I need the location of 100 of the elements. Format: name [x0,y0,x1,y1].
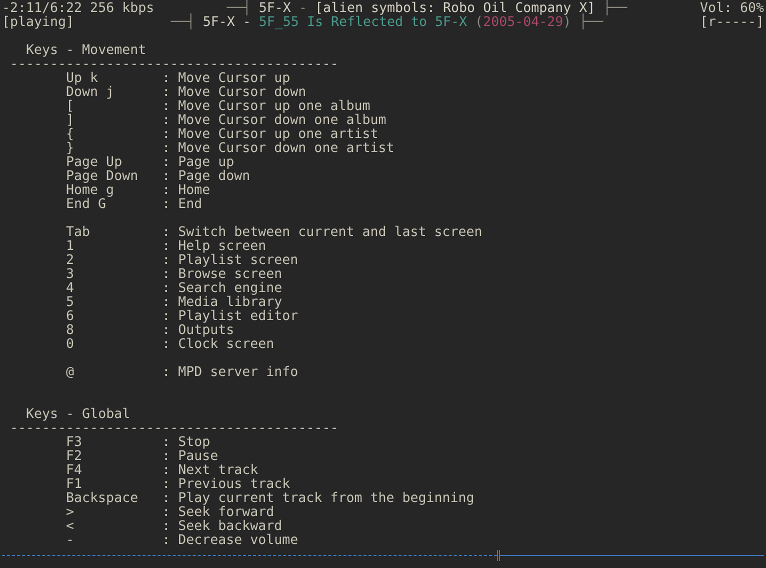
colon: : [162,520,172,534]
bracket: ) [563,16,572,30]
colon: : [162,142,172,156]
colon: : [162,464,172,478]
colon: : [162,296,172,310]
colon: : [162,268,172,282]
key-description: Playlist editor [178,310,298,324]
key-name: 2 [66,254,76,268]
key-name: 3 [66,268,76,282]
key-name: F4 [66,464,84,478]
key-description: Next track [178,464,258,478]
colon: : [162,156,172,170]
colon: : [162,310,172,324]
box-line: ├── [579,16,604,30]
key-description: Seek forward [178,506,274,520]
mode-flags: [r-----] [700,16,764,30]
key-name: ] [66,114,76,128]
key-name: 1 [66,240,76,254]
key-description: Help screen [178,240,266,254]
key-description: Stop [178,436,210,450]
key-description: Outputs [178,324,234,338]
key-name: 4 [66,282,76,296]
colon: : [162,114,172,128]
colon: : [162,170,172,184]
playback-time: -2:11/6:22 256 kbps [2,2,154,16]
colon: : [162,240,172,254]
volume-level: Vol: 60% [700,2,764,16]
key-name: Backspace [66,492,140,506]
key-name: - [66,534,76,548]
key-description: Play current track from the beginning [178,492,474,506]
colon: : [162,72,172,86]
key-description: Seek backward [178,520,282,534]
section-heading: Keys - Global [25,408,132,422]
colon: : [162,198,172,212]
key-description: Media library [178,296,282,310]
colon: : [162,184,172,198]
key-description: Decrease volume [178,534,298,548]
colon: : [162,436,172,450]
key-name: [ [66,100,76,114]
key-name: F2 [66,450,84,464]
key-name: 6 [66,310,76,324]
key-description: Search engine [178,282,282,296]
colon: : [162,478,172,492]
key-description: Clock screen [178,338,274,352]
key-name: Page Up [66,156,124,170]
colon: : [162,86,172,100]
colon: : [162,254,172,268]
artist-name: 5F-X [202,16,235,30]
track-date: 2005-04-29 [483,16,564,30]
key-description: Move Cursor down one album [178,114,386,128]
player-state: [playing] [2,16,74,30]
key-description: Home [178,184,210,198]
key-description: Move Cursor up one artist [178,128,378,142]
key-description: Browse screen [178,268,282,282]
key-description: Page up [178,156,234,170]
key-name: 0 [66,338,76,352]
key-description: Move Cursor up [178,72,290,86]
bracket: ( [475,16,484,30]
key-name: 8 [66,324,76,338]
key-description: Move Cursor down [178,86,306,100]
key-description: MPD server info [178,366,298,380]
key-description: Move Cursor up one album [178,100,370,114]
key-description: Page down [178,170,250,184]
key-name: Home g [66,184,116,198]
key-name: Tab [66,226,92,240]
colon: : [162,324,172,338]
key-name: Down j [66,86,116,100]
key-description: End [178,198,202,212]
colon: : [162,226,172,240]
key-name: @ [66,366,76,380]
colon: : [162,450,172,464]
colon: : [162,506,172,520]
key-description: Switch between current and last screen [178,226,482,240]
colon: : [162,128,172,142]
track-title: 5F_55 Is Reflected to 5F-X [258,16,468,30]
key-name: > [66,506,76,520]
key-name: Page Down [66,170,140,184]
key-name: } [66,142,76,156]
section-heading: Keys - Movement [25,44,148,58]
colon: : [162,282,172,296]
colon: : [162,366,172,380]
bracket: - [298,2,307,16]
album-name: - [242,16,251,30]
colon: : [162,492,172,506]
key-name: < [66,520,76,534]
box-line: ──┤ [170,16,195,30]
key-name: { [66,128,76,142]
album-name: [alien symbols: Robo Oil Company X] [314,2,596,16]
key-name: F3 [66,436,84,450]
key-description: Playlist screen [178,254,298,268]
key-description: Move Cursor down one artist [178,142,394,156]
colon: : [162,338,172,352]
colon: : [162,534,172,548]
key-name: 5 [66,296,76,310]
dashed-rule: ----------------------------------------- [9,422,340,436]
key-name: Up k [66,72,100,86]
dashed-rule: ----------------------------------------- [9,58,340,72]
key-name: End G [66,198,108,212]
key-description: Pause [178,450,218,464]
key-name: F1 [66,478,82,492]
